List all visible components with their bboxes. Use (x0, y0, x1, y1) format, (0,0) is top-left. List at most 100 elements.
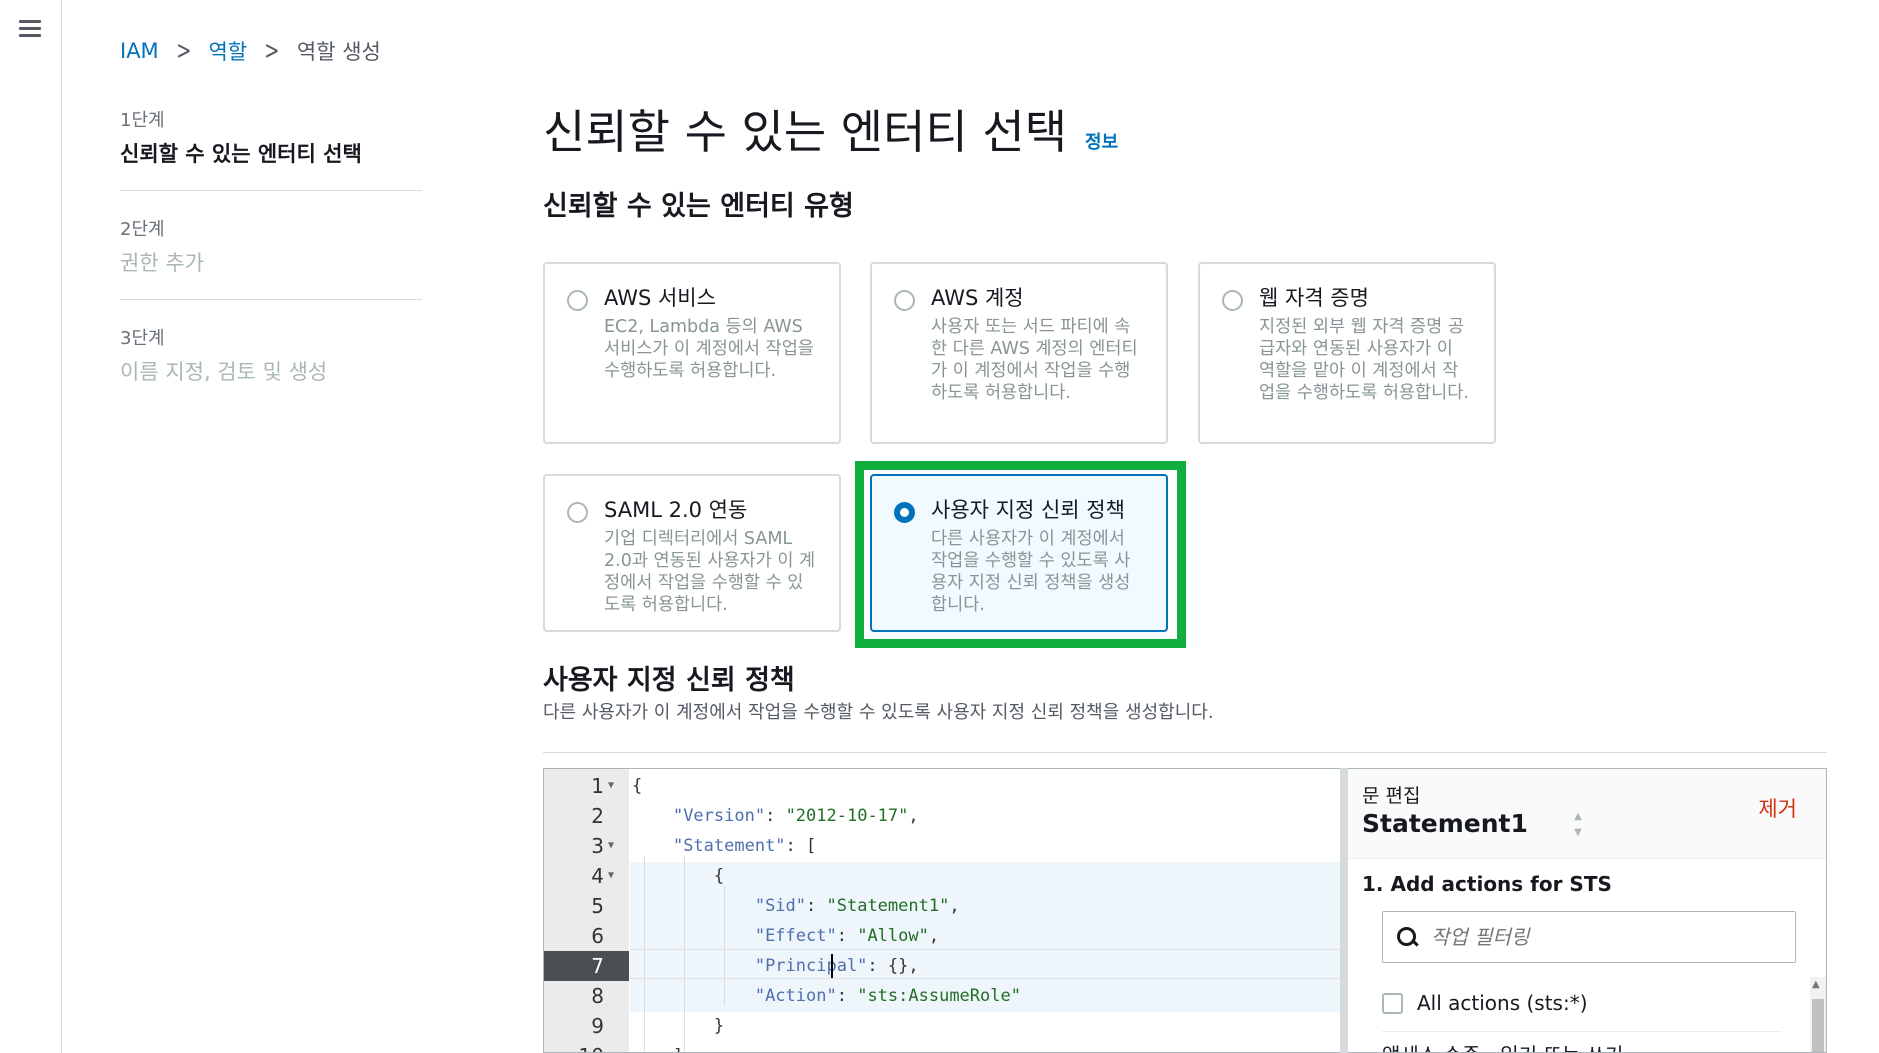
code-line: 6 "Effect": "Allow", (544, 921, 1340, 951)
entity-type-heading: 신뢰할 수 있는 엔터티 유형 (543, 191, 854, 222)
code-line-active: 7 "Principal": {}, (544, 951, 1340, 981)
json-value: "Statement1" (826, 896, 950, 916)
code-line: 3 ▼ "Statement": [ (544, 831, 1340, 861)
json-value: "sts:AssumeRole" (857, 986, 1021, 1006)
wizard-steps: 1단계 신뢰할 수 있는 엔터티 선택 2단계 권한 추가 3단계 이름 지정,… (120, 106, 422, 432)
statement-scroll-arrows[interactable]: ▲ ▼ (1568, 809, 1588, 857)
radio-button[interactable] (567, 502, 588, 523)
scrollbar-thumb[interactable] (1812, 999, 1824, 1052)
remove-statement-button[interactable]: 제거 (1758, 793, 1797, 823)
json-key: "Statement" (672, 836, 786, 856)
card-description: 사용자 또는 서드 파티에 속한 다른 AWS 계정의 엔터티가 이 계정에서 … (931, 317, 1138, 403)
highlight-box (855, 461, 1186, 648)
panel-splitter[interactable] (1340, 768, 1348, 1053)
line-number: 10 (544, 1041, 604, 1052)
custom-policy-description: 다른 사용자가 이 계정에서 작업을 수행할 수 있도록 사용자 지정 신뢰 정… (543, 702, 1214, 723)
card-title: SAML 2.0 연동 (604, 498, 748, 522)
json-key: "Effect" (754, 926, 837, 946)
line-number: 3 (591, 834, 604, 858)
scroll-up-icon[interactable]: ▲ (1812, 979, 1820, 990)
brace: { (713, 866, 725, 886)
menu-icon[interactable] (19, 20, 41, 38)
scrollbar[interactable]: ▲ (1810, 977, 1826, 1052)
line-number: 7 (544, 951, 604, 981)
card-title: 웹 자격 증명 (1259, 286, 1369, 310)
action-filter-input[interactable] (1431, 925, 1771, 949)
search-icon (1397, 927, 1417, 947)
json-value: "Allow" (857, 926, 929, 946)
code-text: "Sid": "Statement1", (754, 896, 960, 916)
entity-card-aws-service[interactable]: AWS 서비스 EC2, Lambda 등의 AWS 서비스가 이 계정에서 작… (543, 262, 841, 444)
radio-button[interactable] (567, 290, 588, 311)
all-actions-label: All actions (sts:*) (1417, 991, 1588, 1015)
code-line: 5 "Sid": "Statement1", (544, 891, 1340, 921)
code-line: 2 "Version": "2012-10-17", (544, 801, 1340, 831)
chevron-right-icon: > (264, 36, 280, 66)
code-text: ] (630, 1041, 683, 1052)
all-actions-option[interactable]: All actions (sts:*) (1382, 991, 1588, 1015)
breadcrumb-iam[interactable]: IAM (120, 39, 159, 63)
code-text: "Statement": [ (672, 836, 817, 856)
fold-arrow-icon[interactable]: ▼ (608, 771, 614, 801)
info-link[interactable]: 정보 (1085, 128, 1118, 154)
code-line: 1 ▼ { (544, 771, 1340, 801)
side-nav-rail (0, 0, 62, 1053)
page-title-text: 신뢰할 수 있는 엔터티 선택 (543, 105, 1068, 159)
breadcrumb-roles[interactable]: 역할 (208, 36, 247, 66)
fold-arrow-icon[interactable]: ▼ (608, 861, 614, 891)
bracket: ] (673, 1046, 683, 1052)
line-number: 4 (591, 864, 604, 888)
card-title: AWS 계정 (931, 286, 1024, 310)
step-number: 1단계 (120, 110, 165, 131)
line-number: 5 (591, 894, 604, 918)
line-number: 9 (591, 1014, 604, 1038)
code-line: 10 ] (544, 1041, 1340, 1052)
card-description: EC2, Lambda 등의 AWS 서비스가 이 계정에서 작업을 수행하도록… (604, 317, 814, 381)
code-text: "Version": "2012-10-17", (672, 806, 919, 826)
step-number: 2단계 (120, 219, 165, 240)
statement-name: Statement1 (1362, 809, 1528, 838)
json-value: "2012-10-17" (785, 806, 909, 826)
chevron-right-icon: > (175, 36, 192, 66)
code-text: "Principal": {}, (754, 956, 919, 976)
policy-code-editor[interactable]: 1 ▼ { 2 "Version": "2012-10-17", 3 ▼ "Stat… (543, 768, 1340, 1053)
radio-button[interactable] (894, 290, 915, 311)
radio-button[interactable] (1222, 290, 1243, 311)
step-2: 2단계 권한 추가 (120, 215, 422, 300)
brace: } (713, 1016, 725, 1036)
step-number: 3단계 (120, 328, 165, 349)
custom-policy-heading: 사용자 지정 신뢰 정책 (543, 665, 795, 696)
text-cursor (831, 954, 833, 978)
json-key: "Action" (754, 986, 837, 1006)
code-line: 8 "Action": "sts:AssumeRole" (544, 981, 1340, 1011)
line-number: 2 (591, 804, 604, 828)
code-line: 9 } (544, 1011, 1340, 1041)
entity-card-saml[interactable]: SAML 2.0 연동 기업 디렉터리에서 SAML 2.0과 연동된 사용자가… (543, 474, 841, 632)
breadcrumb-current: 역할 생성 (296, 40, 381, 64)
code-text: "Effect": "Allow", (754, 926, 940, 946)
access-level-heading[interactable]: 액세스 수준 - 읽기 또는 쓰기 (1382, 1039, 1623, 1052)
code-line: 4 ▼ { (544, 861, 1340, 891)
entity-card-aws-account[interactable]: AWS 계정 사용자 또는 서드 파티에 속한 다른 AWS 계정의 엔터티가 … (870, 262, 1168, 444)
breadcrumb: IAM > 역할 > 역할 생성 (120, 36, 381, 66)
json-key: "Version" (672, 806, 766, 826)
step-1: 1단계 신뢰할 수 있는 엔터티 선택 (120, 106, 422, 191)
action-filter-field[interactable] (1382, 911, 1796, 963)
line-number: 6 (591, 924, 604, 948)
json-value: {}, (887, 956, 919, 976)
statement-label: 문 편집 (1362, 785, 1421, 807)
step-title: 신뢰할 수 있는 엔터티 선택 (120, 142, 362, 166)
card-description: 지정된 외부 웹 자격 증명 공급자와 연동된 사용자가 이 역할을 맡아 이 … (1259, 317, 1469, 403)
code-text: { (632, 776, 643, 796)
code-text: { (630, 861, 724, 891)
fold-arrow-icon[interactable]: ▼ (608, 831, 614, 861)
json-key: "Sid" (754, 896, 807, 916)
line-number: 8 (591, 984, 604, 1008)
page-title: 신뢰할 수 있는 엔터티 선택 정보 (543, 96, 1118, 162)
add-actions-heading: 1. Add actions for STS (1362, 872, 1612, 896)
all-actions-checkbox[interactable] (1382, 992, 1403, 1014)
step-3: 3단계 이름 지정, 검토 및 생성 (120, 324, 422, 408)
step-title: 이름 지정, 검토 및 생성 (120, 360, 328, 384)
code-text: "Action": "sts:AssumeRole" (754, 986, 1021, 1006)
entity-card-web-identity[interactable]: 웹 자격 증명 지정된 외부 웹 자격 증명 공급자와 연동된 사용자가 이 역… (1198, 262, 1496, 444)
